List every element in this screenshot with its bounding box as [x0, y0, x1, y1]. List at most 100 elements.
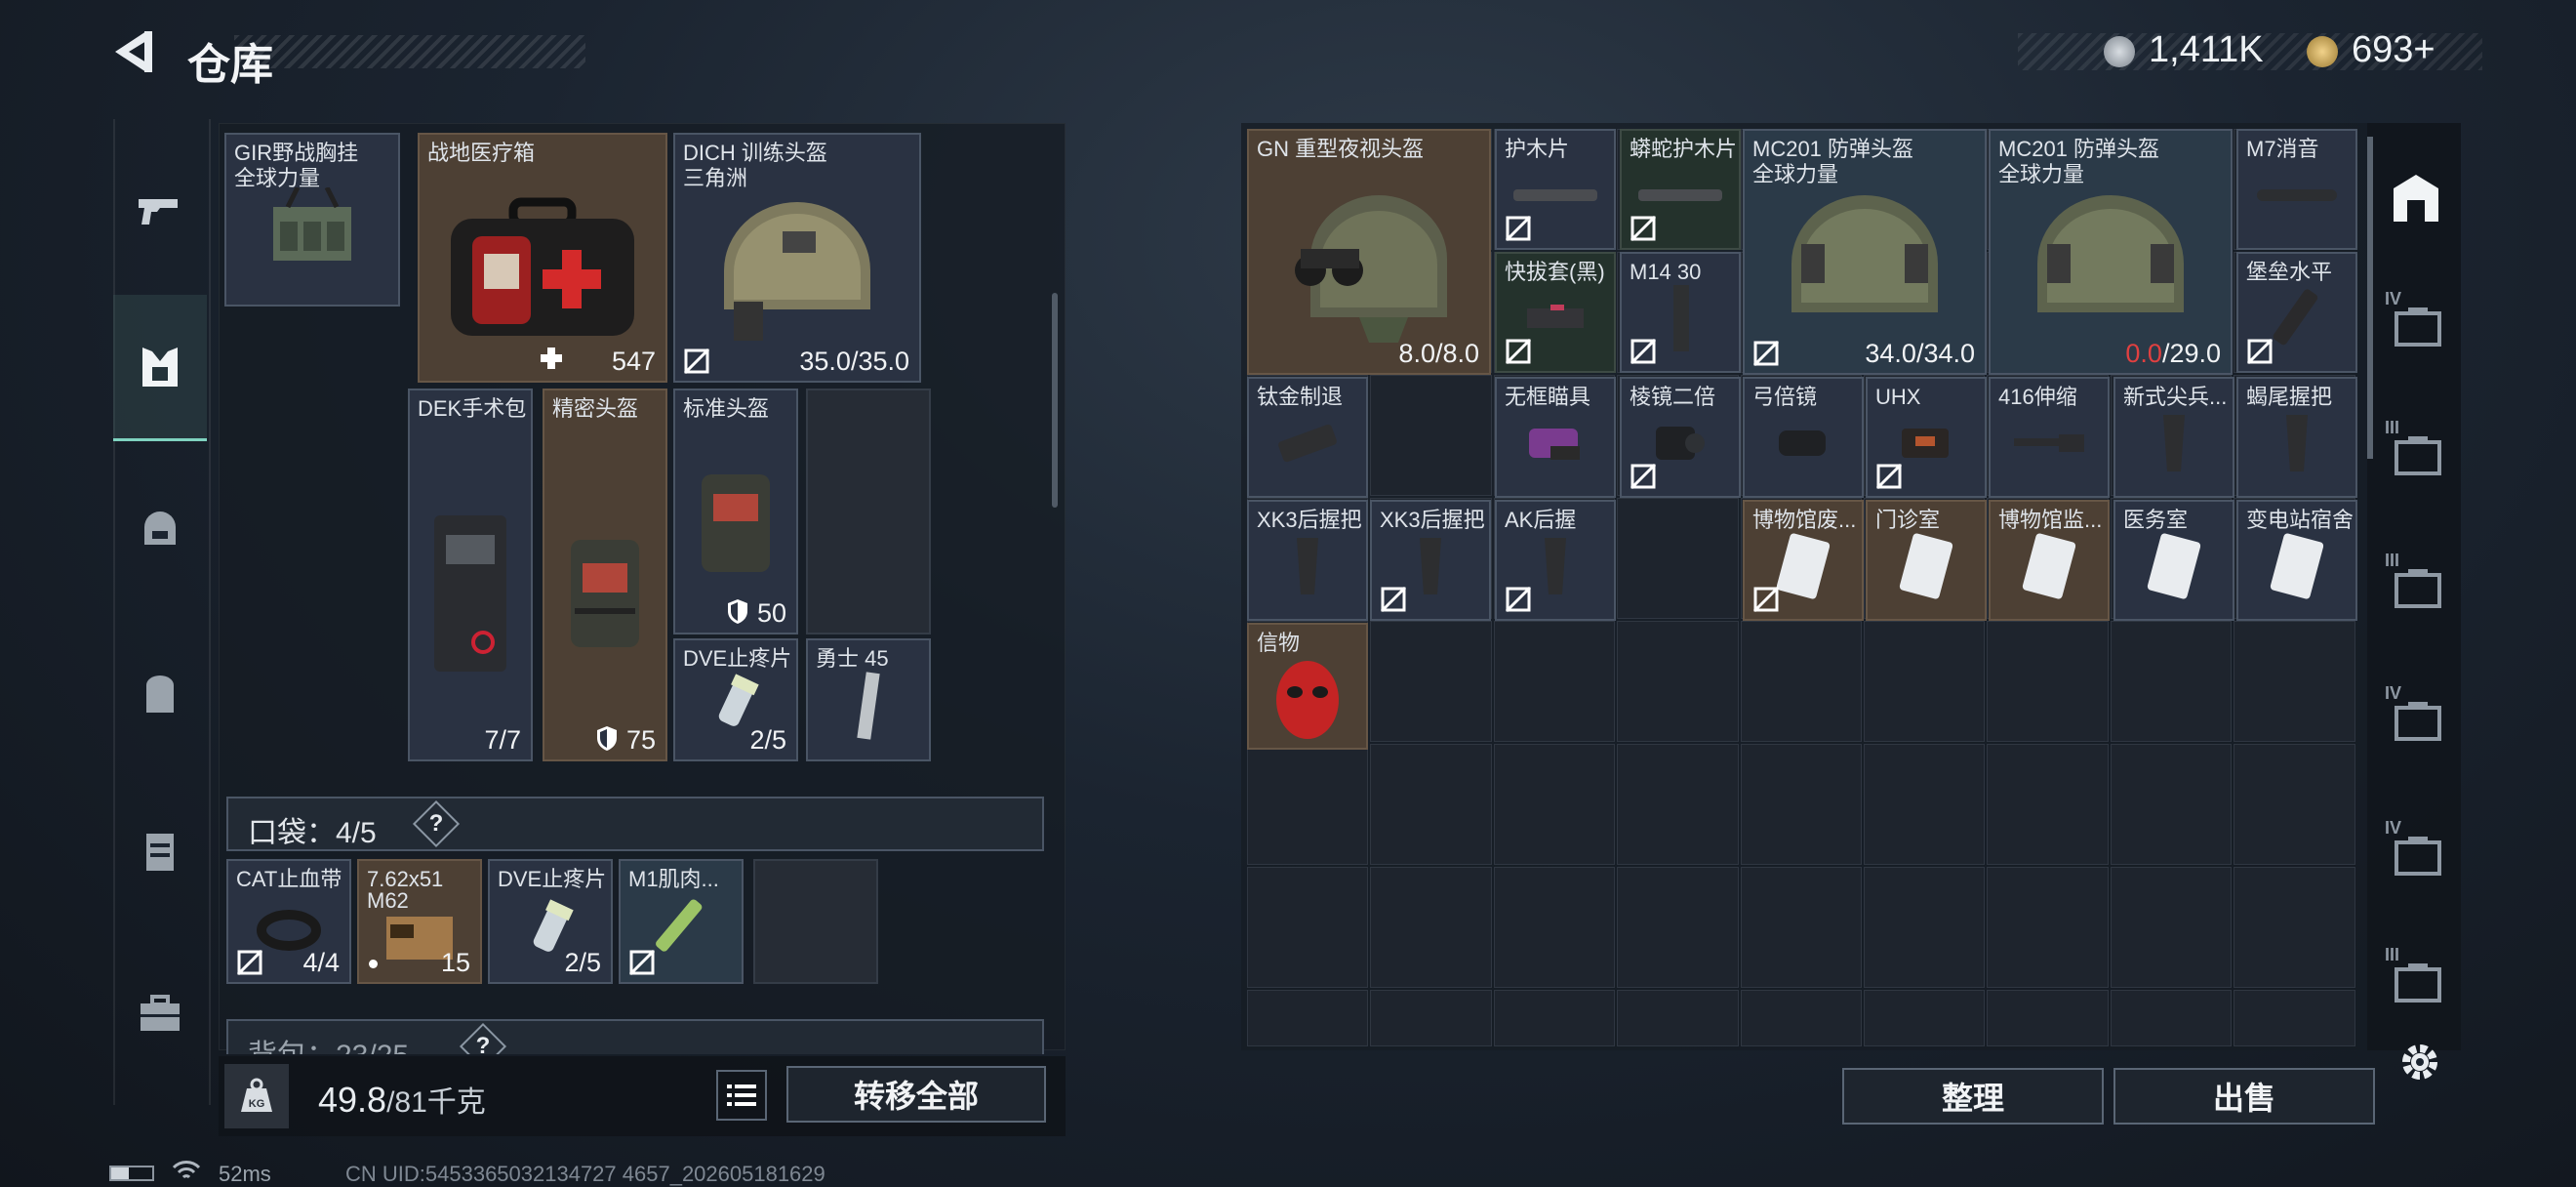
- stash-scrollbar[interactable]: [2367, 137, 2373, 459]
- stash-home-tab[interactable]: [2381, 162, 2451, 232]
- side-tab-container-5[interactable]: IV: [2381, 818, 2451, 888]
- item-fortress-muzzle[interactable]: 堡垒水平: [2236, 252, 2357, 373]
- empty-slot[interactable]: [806, 389, 931, 634]
- item-new-vanguard[interactable]: 新式尖兵...: [2113, 377, 2234, 498]
- side-tab-container-6[interactable]: III: [2381, 945, 2451, 1015]
- stash-grid-slot[interactable]: [1987, 621, 2109, 742]
- stash-grid-slot[interactable]: [1247, 744, 1369, 865]
- side-tab-container-2[interactable]: III: [2381, 418, 2451, 488]
- item-titanium-brake[interactable]: 钛金制退: [1247, 377, 1368, 498]
- transfer-all-button[interactable]: 转移全部: [786, 1066, 1046, 1123]
- stash-grid-slot[interactable]: [1987, 867, 2109, 988]
- tab-weapons[interactable]: [113, 160, 207, 258]
- stash-grid-slot[interactable]: [1617, 744, 1739, 865]
- backpack-help-button[interactable]: ?: [459, 1022, 507, 1054]
- stash-grid-slot[interactable]: [1617, 621, 1739, 742]
- side-tab-container-1[interactable]: IV: [2381, 289, 2451, 359]
- stash-grid-slot[interactable]: [2110, 867, 2233, 988]
- item-ak-grip[interactable]: AK后握: [1495, 500, 1616, 621]
- empty-pocket-slot[interactable]: [753, 859, 878, 984]
- item-gn-nvg-helmet[interactable]: GN 重型夜视头盔 8.0/8.0: [1247, 129, 1491, 375]
- side-tab-container-3[interactable]: III: [2381, 551, 2451, 621]
- stash-grid-slot[interactable]: [1987, 990, 2109, 1046]
- item-mc201-helmet-2[interactable]: MC201 防弹头盔 全球力量 0.0/29.0: [1989, 129, 2233, 375]
- settings-button[interactable]: [2396, 1039, 2443, 1085]
- tab-vest[interactable]: [113, 802, 207, 900]
- stash-grid-slot[interactable]: [1740, 621, 1862, 742]
- item-token-mask[interactable]: 信物: [1247, 623, 1368, 750]
- item-bow-scope[interactable]: 弓倍镜: [1743, 377, 1864, 498]
- stash-grid-slot[interactable]: [2234, 744, 2355, 865]
- item-quick-detach-black[interactable]: 快拔套(黑): [1495, 252, 1616, 373]
- item-frameless-sight[interactable]: 无框瞄具: [1495, 377, 1616, 498]
- stash-grid-slot[interactable]: [1493, 744, 1616, 865]
- item-m1-muscle-injector[interactable]: M1肌肉...: [619, 859, 744, 984]
- stash-grid-slot[interactable]: [1493, 867, 1616, 988]
- item-prism-2x[interactable]: 棱镜二倍: [1620, 377, 1741, 498]
- equipment-scrollbar[interactable]: [1052, 293, 1058, 508]
- stash-grid-slot[interactable]: [1864, 990, 1986, 1046]
- item-mc201-helmet-1[interactable]: MC201 防弹头盔 全球力量 34.0/34.0: [1743, 129, 1987, 375]
- stash-grid-slot[interactable]: [1987, 744, 2109, 865]
- item-standard-helmet[interactable]: 标准头盔 50: [673, 389, 798, 634]
- stash-grid-slot[interactable]: [1740, 867, 1862, 988]
- item-xk3-grip-2[interactable]: XK3后握把: [1370, 500, 1491, 621]
- stash-grid-slot[interactable]: [1617, 498, 1739, 619]
- item-museum-keycard[interactable]: 博物馆废...: [1743, 500, 1864, 621]
- item-dve-painkiller[interactable]: DVE止疼片 2/5: [673, 638, 798, 761]
- stash-grid-slot[interactable]: [2234, 621, 2355, 742]
- stash-grid-slot[interactable]: [2234, 867, 2355, 988]
- item-m14-30-mag[interactable]: M14 30: [1620, 252, 1741, 373]
- item-warrior-45-mag[interactable]: 勇士 45: [806, 638, 931, 761]
- stash-grid-slot[interactable]: [1864, 867, 1986, 988]
- stash-grid-slot[interactable]: [1740, 990, 1862, 1046]
- list-view-button[interactable]: [716, 1070, 767, 1121]
- stash-grid-slot[interactable]: [1247, 867, 1369, 988]
- item-dve-painkiller-pocket[interactable]: DVE止疼片 2/5: [488, 859, 613, 984]
- side-tab-container-4[interactable]: IV: [2381, 683, 2451, 754]
- stash-grid-slot[interactable]: [1493, 990, 1616, 1046]
- gold-amount[interactable]: 693+: [2352, 29, 2435, 71]
- item-handguard-panel[interactable]: 护木片: [1495, 129, 1616, 250]
- stash-grid-slot[interactable]: [2110, 744, 2233, 865]
- pocket-help-button[interactable]: ?: [412, 799, 461, 848]
- stash-grid-slot[interactable]: [1864, 744, 1986, 865]
- stash-grid-slot[interactable]: [1247, 990, 1369, 1046]
- item-m7-suppressor[interactable]: M7消音: [2236, 129, 2357, 250]
- item-dich-helmet[interactable]: DICH 训练头盔 三角洲 35.0/35.0: [673, 133, 921, 383]
- item-museum-monitor-keycard[interactable]: 博物馆监...: [1989, 500, 2110, 621]
- item-infirmary-keycard[interactable]: 医务室: [2113, 500, 2234, 621]
- item-clinic-keycard[interactable]: 门诊室: [1866, 500, 1987, 621]
- back-button[interactable]: [107, 25, 160, 78]
- item-precision-helmet[interactable]: 精密头盔 75: [543, 389, 667, 761]
- item-first-aid-kit[interactable]: 战地医疗箱 547: [418, 133, 667, 383]
- tab-case[interactable]: [113, 964, 207, 1062]
- stash-grid-slot[interactable]: [2110, 990, 2233, 1046]
- stash-grid-slot[interactable]: [1370, 990, 1492, 1046]
- item-dek-surgical-kit[interactable]: DEK手术包 7/7: [408, 389, 533, 761]
- item-xk3-grip-1[interactable]: XK3后握把: [1247, 500, 1368, 621]
- item-762-ammo[interactable]: 7.62x51 M62 15: [357, 859, 482, 984]
- item-cat-tourniquet[interactable]: CAT止血带 4/4: [226, 859, 351, 984]
- tab-backpack[interactable]: [113, 646, 207, 744]
- sort-button[interactable]: 整理: [1842, 1068, 2104, 1125]
- stash-grid-slot[interactable]: [1493, 621, 1616, 742]
- stash-grid-slot[interactable]: [1617, 867, 1739, 988]
- stash-grid-slot[interactable]: [1370, 744, 1492, 865]
- stash-grid-slot[interactable]: [1370, 867, 1492, 988]
- stash-grid-slot[interactable]: [1370, 375, 1492, 496]
- sell-button[interactable]: 出售: [2113, 1068, 2375, 1125]
- item-scorpion-grip[interactable]: 蝎尾握把: [2236, 377, 2357, 498]
- item-python-handguard[interactable]: 蟒蛇护木片: [1620, 129, 1741, 250]
- stash-grid-slot[interactable]: [2110, 621, 2233, 742]
- stash-grid-slot[interactable]: [1740, 744, 1862, 865]
- tab-helmet[interactable]: [113, 482, 207, 580]
- item-substation-dorm-keycard[interactable]: 变电站宿舍: [2236, 500, 2357, 621]
- stash-grid-slot[interactable]: [1370, 621, 1492, 742]
- stash-grid-slot[interactable]: [2234, 990, 2355, 1046]
- item-uhx[interactable]: UHX: [1866, 377, 1987, 498]
- stash-grid-slot[interactable]: [1864, 621, 1986, 742]
- item-416-stock[interactable]: 416伸缩: [1989, 377, 2110, 498]
- stash-grid-slot[interactable]: [1617, 990, 1739, 1046]
- tab-armor[interactable]: [113, 295, 207, 441]
